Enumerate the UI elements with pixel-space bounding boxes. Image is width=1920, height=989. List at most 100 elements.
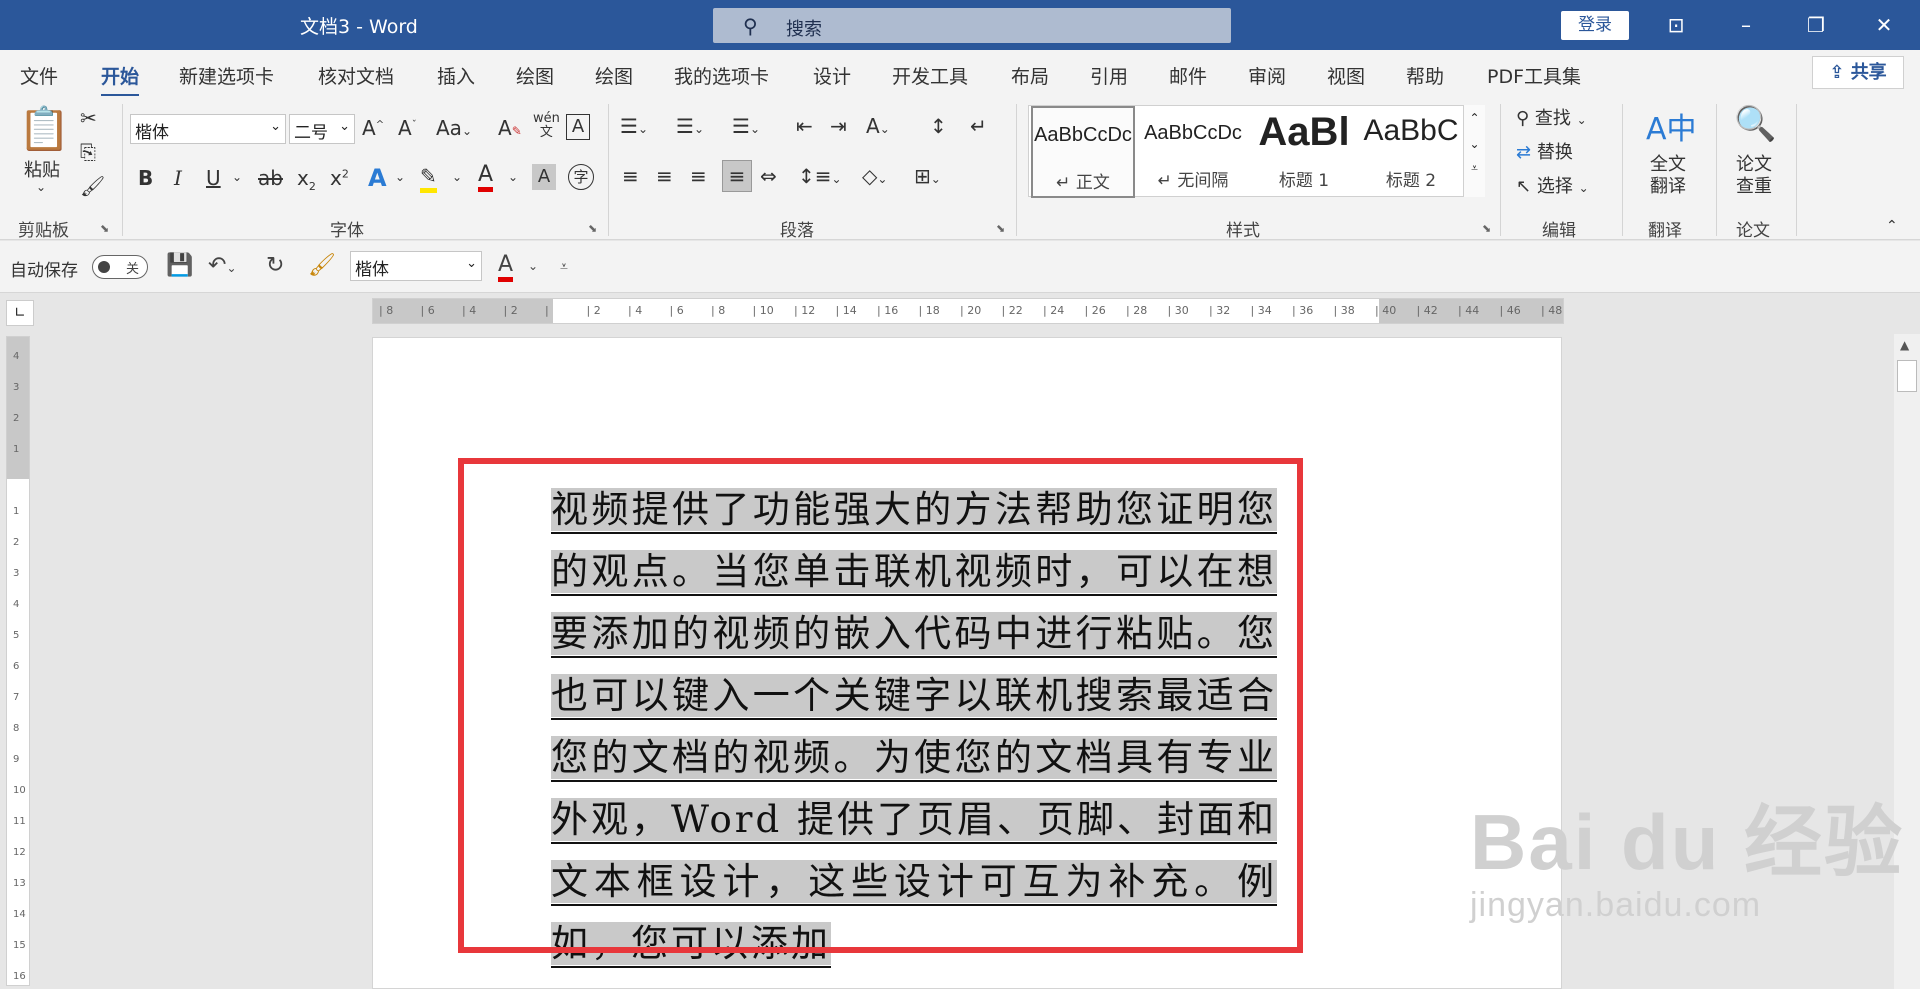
highlight-dropdown-icon[interactable]: ⌄ <box>452 170 462 184</box>
redo-icon[interactable]: ↻ <box>266 253 284 278</box>
paper-check-icon[interactable]: 🔍 <box>1734 104 1776 144</box>
horizontal-ruler[interactable]: | 8 | 6 | 4 | 2 | | 2 | 4 | 6 | 8 | 10 | 12 | 14 | … <box>372 298 1564 324</box>
tab-help[interactable]: 帮助 <box>1406 62 1444 89</box>
find-button[interactable]: ⚲ 查找 ⌄ <box>1516 104 1587 130</box>
decrease-indent-icon[interactable]: ⇤ <box>796 114 813 138</box>
scroll-up-icon[interactable]: ▲ <box>1900 338 1909 352</box>
align-left-icon[interactable]: ≡ <box>622 164 639 188</box>
tab-developer[interactable]: 开发工具 <box>892 62 968 89</box>
chevron-up-icon[interactable]: ⌃ <box>1464 111 1485 125</box>
chinese-layout-icon[interactable]: A⌄ <box>866 114 890 138</box>
multilevel-list-icon[interactable]: ☰⌄ <box>732 114 760 138</box>
change-case-icon[interactable]: Aa⌄ <box>436 116 472 140</box>
shading-icon[interactable]: ◇⌄ <box>862 164 887 188</box>
paste-dropdown-icon[interactable]: ⌄ <box>36 180 46 194</box>
tab-view[interactable]: 视图 <box>1327 62 1365 89</box>
ribbon-display-options-icon[interactable]: ⊡ <box>1656 8 1696 42</box>
distributed-icon[interactable]: ⇔ <box>760 164 777 188</box>
style-heading-2[interactable]: AaBbC 标题 2 <box>1359 106 1463 198</box>
paste-label[interactable]: 粘贴 <box>24 156 60 182</box>
login-button[interactable]: 登录 <box>1561 11 1629 40</box>
share-button[interactable]: ⇪ 共享 <box>1812 56 1904 89</box>
bold-icon[interactable]: B <box>138 166 153 190</box>
replace-button[interactable]: ⇄ 替换 <box>1516 138 1573 164</box>
italic-icon[interactable]: I <box>174 166 182 190</box>
tab-insert[interactable]: 插入 <box>437 62 475 89</box>
tab-design[interactable]: 设计 <box>813 62 851 89</box>
undo-icon[interactable]: ↶⌄ <box>208 253 237 278</box>
underline-dropdown-icon[interactable]: ⌄ <box>232 170 242 184</box>
tab-review[interactable]: 审阅 <box>1248 62 1286 89</box>
text-effects-icon[interactable]: A <box>368 164 387 192</box>
paste-icon[interactable]: 📋 <box>18 104 70 154</box>
format-painter-icon[interactable]: 🖌 <box>308 253 336 278</box>
tab-stop-selector[interactable]: ∟ <box>6 300 34 326</box>
tab-pdf-tools[interactable]: PDF工具集 <box>1487 62 1581 89</box>
copy-icon[interactable]: ⎘ <box>80 140 96 164</box>
qat-font-combo[interactable]: 楷体 ⌄ <box>350 251 482 281</box>
style-normal[interactable]: AaBbCcDc ↵ 正文 <box>1031 106 1135 198</box>
phonetic-guide-icon[interactable]: wén 文 <box>533 112 560 140</box>
show-marks-icon[interactable]: ↵ <box>970 114 987 138</box>
justify-icon[interactable]: ≡ <box>722 160 752 192</box>
tab-my-tab[interactable]: 我的选项卡 <box>674 62 769 89</box>
font-dialog-launcher-icon[interactable]: ⬊ <box>588 222 597 235</box>
tab-check-document[interactable]: 核对文档 <box>318 62 394 89</box>
sort-icon[interactable]: ↕ <box>930 114 947 138</box>
clipboard-dialog-launcher-icon[interactable]: ⬊ <box>100 222 109 235</box>
tab-references[interactable]: 引用 <box>1090 62 1128 89</box>
tab-new-tab[interactable]: 新建选项卡 <box>179 62 274 89</box>
character-shading-icon[interactable]: A <box>532 164 556 190</box>
vertical-ruler[interactable]: 4 3 2 1 1 2 3 4 5 6 7 8 9 10 11 12 13 14 15 16 <box>6 336 30 986</box>
format-painter-icon[interactable]: 🖌 <box>80 174 105 198</box>
clear-formatting-icon[interactable]: A✎ <box>498 116 522 140</box>
restore-icon[interactable]: ❐ <box>1796 8 1836 42</box>
font-size-combo[interactable]: 二号 ⌄ <box>289 114 355 144</box>
search-box[interactable]: ⚲ 搜索 <box>713 8 1231 43</box>
highlight-icon[interactable]: ✎ <box>420 164 437 193</box>
paper-check-button[interactable]: 论文 查重 <box>1736 154 1772 198</box>
align-center-icon[interactable]: ≡ <box>656 164 673 188</box>
font-color-dropdown-icon[interactable]: ⌄ <box>508 170 518 184</box>
cut-icon[interactable]: ✂ <box>80 106 97 130</box>
tab-file[interactable]: 文件 <box>20 62 58 89</box>
save-icon[interactable]: 💾 <box>166 253 193 278</box>
minimize-icon[interactable]: – <box>1726 8 1766 42</box>
collapse-ribbon-icon[interactable]: ⌃ <box>1886 218 1898 234</box>
borders-icon[interactable]: ⊞⌄ <box>914 164 941 188</box>
chevron-down-icon[interactable]: ⌄ <box>1464 137 1485 151</box>
font-color-icon[interactable]: A <box>478 162 494 192</box>
numbering-icon[interactable]: ☰⌄ <box>676 114 704 138</box>
strikethrough-icon[interactable]: ab <box>258 166 283 190</box>
tab-draw-1[interactable]: 绘图 <box>516 62 554 89</box>
bullets-icon[interactable]: ☰⌄ <box>620 114 648 138</box>
superscript-icon[interactable]: x2 <box>330 166 349 190</box>
styles-dialog-launcher-icon[interactable]: ⬊ <box>1482 222 1491 235</box>
subscript-icon[interactable]: x2 <box>297 166 316 193</box>
text-effects-dropdown-icon[interactable]: ⌄ <box>395 170 405 184</box>
translate-icon[interactable]: A中 <box>1646 104 1697 148</box>
tab-mailings[interactable]: 邮件 <box>1169 62 1207 89</box>
align-right-icon[interactable]: ≡ <box>690 164 707 188</box>
grow-font-icon[interactable]: A^ <box>362 116 384 140</box>
style-no-spacing[interactable]: AaBbCcDc ↵ 无间隔 <box>1139 106 1247 198</box>
line-spacing-icon[interactable]: ↕≡⌄ <box>798 164 842 188</box>
enclose-characters-icon[interactable]: 字 <box>568 164 594 190</box>
font-name-combo[interactable]: 楷体 ⌄ <box>130 114 286 144</box>
tab-home[interactable]: 开始 <box>101 62 140 97</box>
customize-qat-icon[interactable]: ⩡ <box>560 259 568 275</box>
paragraph-dialog-launcher-icon[interactable]: ⬊ <box>996 222 1005 235</box>
autosave-toggle[interactable]: 关 <box>92 255 148 279</box>
qat-font-color-dropdown-icon[interactable]: ⌄ <box>528 259 538 273</box>
qat-font-color-icon[interactable]: A <box>498 253 514 282</box>
full-text-translate-button[interactable]: 全文 翻译 <box>1650 154 1686 198</box>
underline-icon[interactable]: U <box>206 166 221 190</box>
tab-draw-2[interactable]: 绘图 <box>595 62 633 89</box>
styles-scroll[interactable]: ⌃ ⌄ ⩡ <box>1463 105 1485 197</box>
character-border-icon[interactable]: A <box>566 114 590 140</box>
select-button[interactable]: ↖ 选择 ⌄ <box>1516 172 1589 198</box>
styles-more-icon[interactable]: ⩡ <box>1464 161 1485 176</box>
scrollbar-thumb[interactable] <box>1897 360 1917 392</box>
style-heading-1[interactable]: AaBl 标题 1 <box>1249 106 1359 198</box>
tab-layout[interactable]: 布局 <box>1011 62 1049 89</box>
